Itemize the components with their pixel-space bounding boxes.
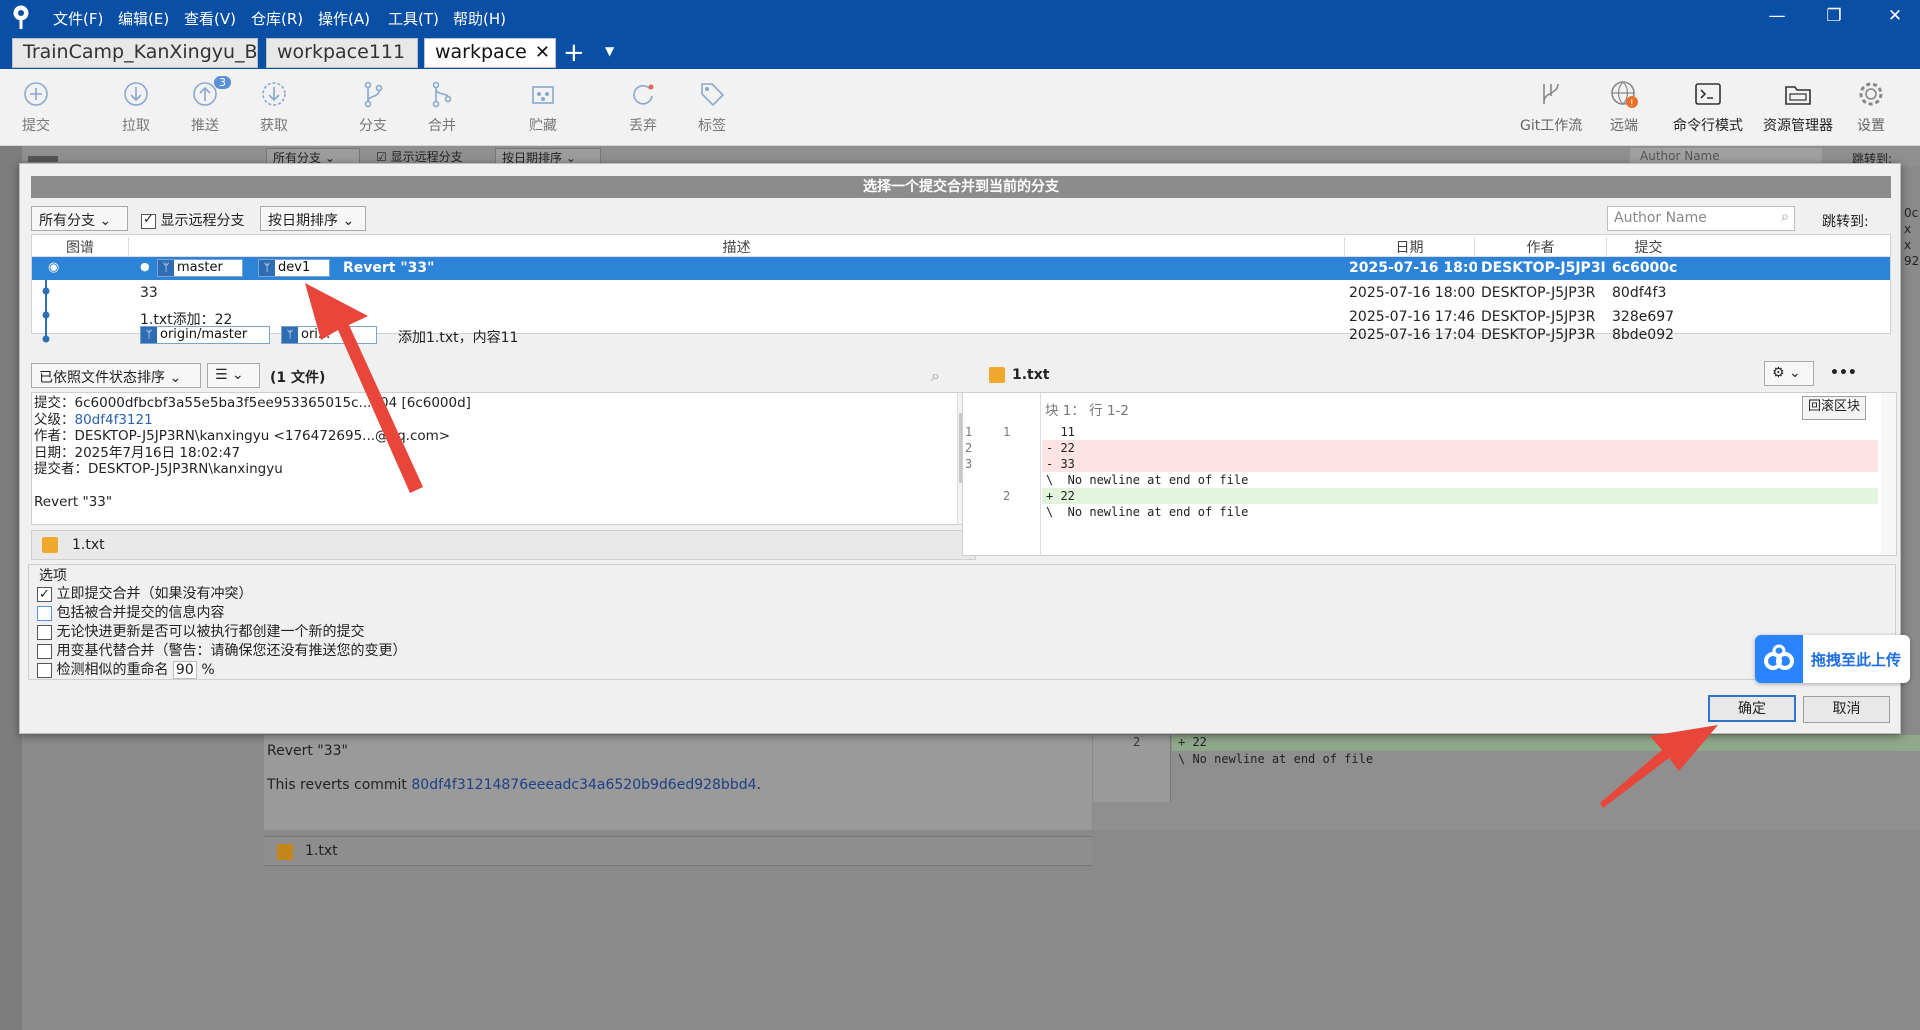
toolbar-tag-button[interactable]: 标签 xyxy=(681,79,743,135)
toolbar-push-button[interactable]: 3 推送 xyxy=(174,76,236,135)
toolbar-git-flow-button[interactable]: Git工作流 xyxy=(1520,79,1582,135)
toolbar-branch-button[interactable]: 分支 xyxy=(342,79,404,135)
toolbar-label: 拉取 xyxy=(122,118,150,134)
arrow-to-ok-button-icon xyxy=(1600,725,1718,808)
toolbar-settings-button[interactable]: 设置 xyxy=(1840,79,1902,135)
toolbar-fetch-button[interactable]: 获取 xyxy=(243,79,305,135)
toolbar-label: 分支 xyxy=(359,118,387,134)
pull-icon xyxy=(124,82,148,106)
toolbar-terminal-button[interactable]: 命令行模式 xyxy=(1667,79,1749,135)
commit-icon xyxy=(24,82,48,106)
toolbar-label: 标签 xyxy=(698,118,726,134)
merge-icon xyxy=(432,81,452,108)
svg-text:!: ! xyxy=(1630,99,1634,109)
discard-icon xyxy=(633,84,654,105)
toolbar-label: Git工作流 xyxy=(1520,118,1583,134)
toolbar-stash-button[interactable]: 贮藏 xyxy=(512,79,574,135)
terminal-icon xyxy=(1695,83,1721,105)
toolbar-remote-button[interactable]: ! 远端 xyxy=(1593,79,1655,135)
toolbar-label: 获取 xyxy=(260,118,288,134)
toolbar-label: 设置 xyxy=(1857,118,1885,134)
toolbar-label: 提交 xyxy=(22,118,50,134)
toolbar-label: 远端 xyxy=(1610,118,1638,134)
tag-icon xyxy=(701,83,725,107)
toolbar-explorer-button[interactable]: 资源管理器 xyxy=(1757,79,1839,135)
annotation-arrows xyxy=(305,283,1718,808)
toolbar-discard-button[interactable]: 丢弃 xyxy=(612,79,674,135)
toolbar-label: 丢弃 xyxy=(629,118,657,134)
stash-icon xyxy=(532,86,554,104)
toolbar-label: 命令行模式 xyxy=(1673,118,1743,134)
toolbar-label: 资源管理器 xyxy=(1763,118,1833,134)
git-flow-icon xyxy=(1543,83,1559,104)
toolbar-merge-button[interactable]: 合并 xyxy=(411,79,473,135)
arrow-to-dev1-icon xyxy=(305,283,423,493)
toolbar-label: 推送 xyxy=(191,118,219,134)
push-count-badge: 3 xyxy=(214,76,231,89)
toolbar-commit-button[interactable]: 提交 xyxy=(5,79,67,135)
branch-icon xyxy=(364,81,383,108)
settings-icon xyxy=(1859,82,1883,106)
toolbar-pull-button[interactable]: 拉取 xyxy=(105,79,167,135)
toolbar-label: 贮藏 xyxy=(529,118,557,134)
fetch-icon xyxy=(262,82,286,106)
remote-icon: ! xyxy=(1611,81,1638,109)
explorer-icon xyxy=(1785,86,1811,105)
toolbar-label: 合并 xyxy=(428,118,456,134)
